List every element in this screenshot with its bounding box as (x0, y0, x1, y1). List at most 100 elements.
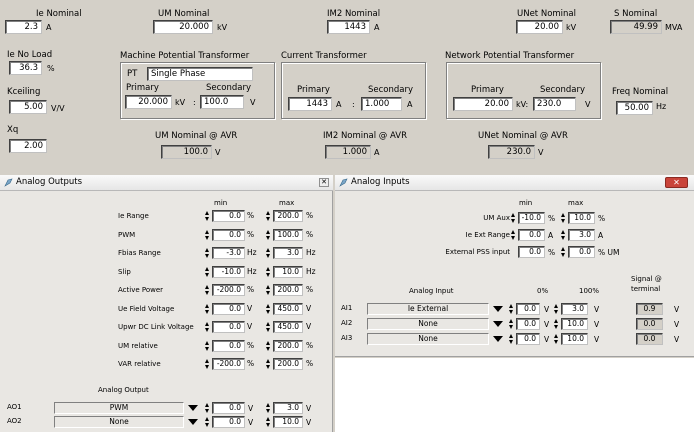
analog-outputs-titlebar[interactable]: Analog Outputs ✕ (0, 175, 333, 191)
spinner-icon[interactable] (561, 229, 566, 241)
ai-pct0-field[interactable]: 0.0 (516, 318, 540, 330)
ai-max-field[interactable]: 0.0 (568, 246, 595, 258)
ao-output-max-field[interactable]: 10.0 (273, 416, 303, 428)
unet-nominal-field[interactable]: 20.00 (516, 20, 563, 34)
ai-max-field[interactable]: 3.0 (568, 229, 595, 241)
spinner-icon[interactable] (266, 358, 271, 370)
spinner-icon[interactable] (266, 210, 271, 222)
spinner-icon[interactable] (205, 402, 210, 414)
ie-no-load-field[interactable]: 36.3 (9, 61, 42, 75)
ao-max-field[interactable]: 200.0 (273, 339, 303, 352)
spinner-icon[interactable] (205, 321, 210, 333)
spinner-icon[interactable] (205, 284, 210, 296)
spinner-icon[interactable] (561, 246, 566, 258)
ao-min-field[interactable]: 0.0 (212, 210, 245, 222)
analog-inputs-titlebar[interactable]: Analog Inputs ✕ (335, 175, 694, 191)
ai-pct100-field[interactable]: 10.0 (561, 318, 588, 330)
ao-min-field[interactable]: -200.0 (212, 284, 245, 296)
ai-min-field[interactable]: 0.0 (518, 229, 545, 241)
ao-max-field[interactable]: 3.0 (273, 247, 303, 259)
spinner-icon[interactable] (205, 416, 210, 428)
ao-max-field[interactable]: 200.0 (273, 210, 303, 222)
spinner-icon[interactable] (554, 303, 559, 315)
chevron-down-icon[interactable] (493, 336, 503, 342)
ao-output-max-field[interactable]: 3.0 (273, 402, 303, 414)
ai-pct100-field[interactable]: 3.0 (561, 303, 588, 315)
ao-output-min-field[interactable]: 0.0 (212, 416, 245, 428)
ao-max-field[interactable]: 200.0 (273, 284, 303, 296)
close-icon[interactable]: ✕ (319, 178, 329, 187)
chevron-down-icon[interactable] (188, 419, 198, 425)
ao-min-field[interactable]: -200.0 (212, 358, 245, 370)
ao-min-unit: V (247, 303, 253, 313)
ao-min-field[interactable]: 0.0 (212, 228, 245, 241)
mpt-pt-field[interactable]: Single Phase (147, 67, 253, 81)
spinner-icon[interactable] (509, 303, 514, 315)
im2-nominal-field[interactable]: 1443 (327, 20, 370, 34)
spinner-icon[interactable] (509, 318, 514, 330)
ao-max-field[interactable]: 10.0 (273, 265, 303, 278)
ao-max-field[interactable]: 200.0 (273, 358, 303, 370)
xq-field[interactable]: 2.00 (9, 139, 47, 153)
spinner-icon[interactable] (266, 321, 271, 333)
chevron-down-icon[interactable] (188, 405, 198, 411)
analog-inputs-title: Analog Inputs (351, 177, 410, 187)
spinner-icon[interactable] (266, 340, 271, 352)
ai-max-header: max (568, 199, 584, 207)
npt-primary-field[interactable]: 20.00 (453, 97, 513, 111)
ao-output-min-field[interactable]: 0.0 (212, 402, 245, 414)
ai-pct0-field[interactable]: 0.0 (516, 333, 540, 345)
close-icon[interactable]: ✕ (665, 177, 688, 188)
spinner-icon[interactable] (205, 210, 210, 222)
ao-max-field[interactable]: 450.0 (273, 321, 303, 333)
ai-pct100-field[interactable]: 10.0 (561, 333, 588, 345)
spinner-icon[interactable] (554, 318, 559, 330)
ao-output-select[interactable]: PWM (54, 402, 184, 414)
freq-nominal-field[interactable]: 50.00 (616, 101, 653, 115)
chevron-down-icon[interactable] (493, 321, 503, 327)
spinner-icon[interactable] (266, 266, 271, 278)
spinner-icon[interactable] (205, 266, 210, 278)
kceiling-field[interactable]: 5.00 (9, 100, 47, 114)
ai-pct0-field[interactable]: 0.0 (516, 303, 540, 315)
spinner-icon[interactable] (205, 229, 210, 241)
spinner-icon[interactable] (205, 340, 210, 352)
ai-min-field[interactable]: 0.0 (518, 246, 545, 258)
mpt-primary-field[interactable]: 20.000 (125, 95, 172, 109)
ao-min-field[interactable]: 0.0 (212, 339, 245, 352)
um-nominal-field[interactable]: 20.000 (153, 20, 213, 34)
ie-nominal-field[interactable]: 2.3 (5, 20, 42, 34)
spinner-icon[interactable] (266, 284, 271, 296)
spinner-icon[interactable] (266, 303, 271, 315)
spinner-icon[interactable] (266, 402, 271, 414)
ai-input-select[interactable]: None (367, 333, 489, 345)
spinner-icon[interactable] (205, 247, 210, 259)
ai-max-field[interactable]: 10.0 (568, 212, 595, 224)
spinner-icon[interactable] (511, 212, 516, 224)
spinner-icon[interactable] (266, 247, 271, 259)
ai-min-field[interactable]: -10.0 (518, 212, 545, 224)
ao-max-field[interactable]: 450.0 (273, 302, 303, 315)
ao-min-field[interactable]: 0.0 (212, 302, 245, 315)
mpt-secondary-field[interactable]: 100.0 (200, 95, 244, 109)
spinner-icon[interactable] (561, 212, 566, 224)
ao-min-field[interactable]: -3.0 (212, 247, 245, 259)
ai-input-select[interactable]: Ie External (367, 303, 489, 315)
ao-min-field[interactable]: -10.0 (212, 265, 245, 278)
spinner-icon[interactable] (266, 416, 271, 428)
ao-min-field[interactable]: 0.0 (212, 321, 245, 333)
ai-input-select[interactable]: None (367, 318, 489, 330)
spinner-icon[interactable] (509, 333, 514, 345)
chevron-down-icon[interactable] (493, 306, 503, 312)
ao-output-select[interactable]: None (54, 416, 184, 428)
npt-secondary-field[interactable]: 230.0 (533, 97, 576, 111)
spinner-icon[interactable] (554, 333, 559, 345)
spinner-icon[interactable] (511, 229, 516, 241)
ct-primary-field[interactable]: 1443 (288, 97, 332, 111)
spinner-icon[interactable] (205, 303, 210, 315)
ao-max-field[interactable]: 100.0 (273, 228, 303, 241)
ct-secondary-field[interactable]: 1.000 (361, 97, 402, 111)
spinner-icon[interactable] (205, 358, 210, 370)
ct-title: Current Transformer (281, 51, 367, 61)
spinner-icon[interactable] (266, 229, 271, 241)
